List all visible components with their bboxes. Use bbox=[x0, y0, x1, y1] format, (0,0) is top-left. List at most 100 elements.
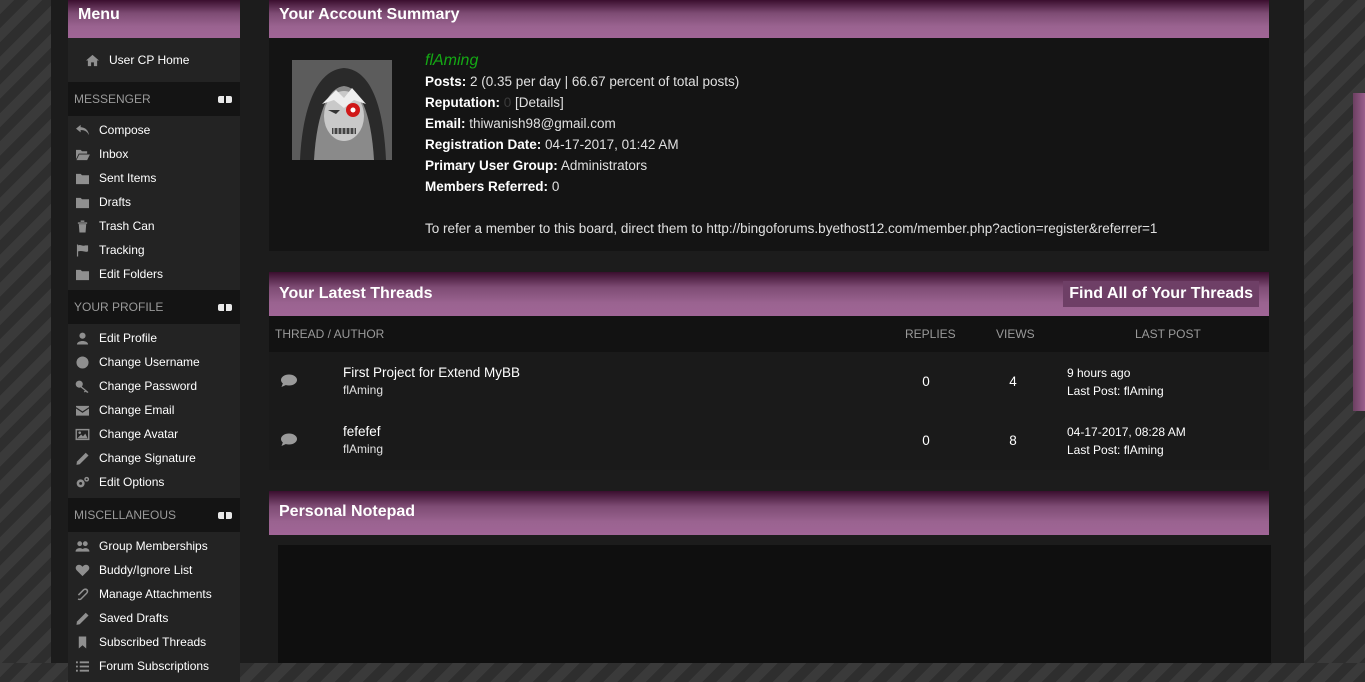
nav-compose[interactable]: Compose bbox=[68, 118, 240, 142]
nav-change-avatar[interactable]: Change Avatar bbox=[68, 422, 240, 446]
col-replies[interactable]: Replies bbox=[905, 327, 956, 341]
section-title: Miscellaneous bbox=[74, 508, 177, 522]
nav-group-memberships[interactable]: Group Memberships bbox=[68, 534, 240, 558]
nav-label: Edit Profile bbox=[99, 331, 158, 345]
reputation-details-link[interactable]: [Details] bbox=[515, 95, 564, 110]
col-views[interactable]: Views bbox=[996, 327, 1035, 341]
referral-text: To refer a member to this board, direct … bbox=[425, 221, 1158, 236]
thread-author-link[interactable]: flAming bbox=[343, 383, 520, 397]
trash-icon bbox=[74, 219, 90, 233]
section-messenger-header[interactable]: Messenger bbox=[68, 82, 240, 116]
latest-threads-title: Your Latest Threads bbox=[279, 285, 433, 302]
usercp-sidebar: Menu User CP Home Messenger Compose Inbo… bbox=[68, 0, 240, 682]
table-row: fefefef flAming 0 8 04-17-2017, 08:28 AM L… bbox=[269, 411, 1269, 470]
nav-label: Change Username bbox=[99, 355, 200, 369]
section-title: Your Profile bbox=[74, 300, 164, 314]
email-label: Email: bbox=[425, 116, 466, 131]
nav-forum-subscriptions[interactable]: Forum Subscriptions bbox=[68, 654, 240, 678]
heart-icon bbox=[74, 563, 90, 577]
nav-saved-drafts[interactable]: Saved Drafts bbox=[68, 606, 240, 630]
nav-change-username[interactable]: Change Username bbox=[68, 350, 240, 374]
nav-label: Manage Attachments bbox=[99, 587, 212, 601]
avatar[interactable] bbox=[292, 60, 392, 160]
last-post-by[interactable]: Last Post: flAming bbox=[1067, 382, 1164, 400]
section-your-profile-header[interactable]: Your Profile bbox=[68, 290, 240, 324]
account-summary-panel: Your Account Summary flAming Posts: 2 (0… bbox=[269, 0, 1269, 251]
nav-edit-profile[interactable]: Edit Profile bbox=[68, 326, 240, 350]
thread-replies[interactable]: 0 bbox=[919, 374, 933, 389]
thread-status-icon bbox=[280, 374, 298, 391]
thread-subject-link[interactable]: First Project for Extend MyBB bbox=[343, 365, 520, 380]
nav-inbox[interactable]: Inbox bbox=[68, 142, 240, 166]
thread-views: 8 bbox=[1009, 433, 1017, 448]
home-icon bbox=[84, 53, 100, 67]
paperclip-icon bbox=[74, 587, 90, 601]
posts-label: Posts: bbox=[425, 74, 467, 89]
collapse-toggle-icon[interactable] bbox=[218, 95, 232, 103]
nav-subscribed-threads[interactable]: Subscribed Threads bbox=[68, 630, 240, 654]
notepad-textarea[interactable] bbox=[278, 545, 1271, 663]
section-title: Messenger bbox=[74, 92, 151, 106]
posts-value: 2 (0.35 per day | 66.67 percent of total… bbox=[470, 74, 740, 89]
threads-column-headers: Thread / Author Replies Views Last Post bbox=[269, 316, 1269, 352]
bookmark-icon bbox=[74, 635, 90, 649]
picture-icon bbox=[74, 427, 90, 441]
thread-status-icon bbox=[280, 433, 298, 450]
nav-trash-can[interactable]: Trash Can bbox=[68, 214, 240, 238]
account-summary-body: flAming Posts: 2 (0.35 per day | 66.67 p… bbox=[269, 38, 1269, 251]
username-link[interactable]: flAming bbox=[425, 52, 478, 69]
nav-change-password[interactable]: Change Password bbox=[68, 374, 240, 398]
registration-value: 04-17-2017, 01:42 AM bbox=[545, 137, 679, 152]
thread-replies[interactable]: 0 bbox=[919, 433, 933, 448]
envelope-icon bbox=[74, 403, 90, 417]
last-post-by[interactable]: Last Post: flAming bbox=[1067, 441, 1186, 459]
thread-subject-link[interactable]: fefefef bbox=[343, 424, 381, 439]
nav-label: Saved Drafts bbox=[99, 611, 169, 625]
messenger-links: Compose Inbox Sent Items Drafts Trash Ca… bbox=[68, 116, 240, 290]
thread-views: 4 bbox=[1009, 374, 1017, 389]
col-last-post[interactable]: Last Post bbox=[1135, 327, 1201, 341]
reply-icon bbox=[74, 123, 90, 137]
account-summary-title: Your Account Summary bbox=[269, 0, 1269, 38]
nav-label: Drafts bbox=[99, 195, 132, 209]
email-value: thiwanish98@gmail.com bbox=[469, 116, 616, 131]
nav-usercp-home[interactable]: User CP Home bbox=[68, 38, 240, 82]
referred-label: Members Referred: bbox=[425, 179, 549, 194]
group-label: Primary User Group: bbox=[425, 158, 558, 173]
nav-edit-folders[interactable]: Edit Folders bbox=[68, 262, 240, 286]
nav-manage-attachments[interactable]: Manage Attachments bbox=[68, 582, 240, 606]
reputation-value[interactable]: 0 bbox=[504, 95, 512, 110]
nav-label: Compose bbox=[99, 123, 151, 137]
reputation-label: Reputation: bbox=[425, 95, 500, 110]
profile-links: Edit Profile Change Username Change Pass… bbox=[68, 324, 240, 498]
last-post-time[interactable]: 9 hours ago bbox=[1067, 364, 1164, 382]
find-all-threads-link[interactable]: Find All of Your Threads bbox=[1063, 281, 1259, 307]
account-info: flAming Posts: 2 (0.35 per day | 66.67 p… bbox=[425, 50, 1157, 239]
nav-label: Group Memberships bbox=[99, 539, 208, 553]
thread-author-link[interactable]: flAming bbox=[343, 442, 383, 456]
collapse-toggle-icon[interactable] bbox=[218, 511, 232, 519]
nav-label: Change Email bbox=[99, 403, 175, 417]
circle-icon bbox=[74, 355, 90, 369]
group-icon bbox=[74, 539, 90, 553]
last-post-time[interactable]: 04-17-2017, 08:28 AM bbox=[1067, 423, 1186, 441]
nav-sent-items[interactable]: Sent Items bbox=[68, 166, 240, 190]
nav-label: Buddy/Ignore List bbox=[99, 563, 193, 577]
nav-drafts[interactable]: Drafts bbox=[68, 190, 240, 214]
list-icon bbox=[74, 659, 90, 673]
nav-label: Change Signature bbox=[99, 451, 196, 465]
folder-icon bbox=[74, 267, 90, 281]
nav-buddy-ignore-list[interactable]: Buddy/Ignore List bbox=[68, 558, 240, 582]
col-thread-author[interactable]: Thread / Author bbox=[275, 327, 384, 341]
nav-label: User CP Home bbox=[109, 53, 190, 67]
nav-change-email[interactable]: Change Email bbox=[68, 398, 240, 422]
group-value: Administrators bbox=[560, 158, 648, 173]
collapse-toggle-icon[interactable] bbox=[218, 303, 232, 311]
section-miscellaneous-header[interactable]: Miscellaneous bbox=[68, 498, 240, 532]
nav-edit-options[interactable]: Edit Options bbox=[68, 470, 240, 494]
registration-label: Registration Date: bbox=[425, 137, 542, 152]
nav-change-signature[interactable]: Change Signature bbox=[68, 446, 240, 470]
nav-label: Edit Folders bbox=[99, 267, 164, 281]
nav-tracking[interactable]: Tracking bbox=[68, 238, 240, 262]
pencil-icon bbox=[74, 451, 90, 465]
